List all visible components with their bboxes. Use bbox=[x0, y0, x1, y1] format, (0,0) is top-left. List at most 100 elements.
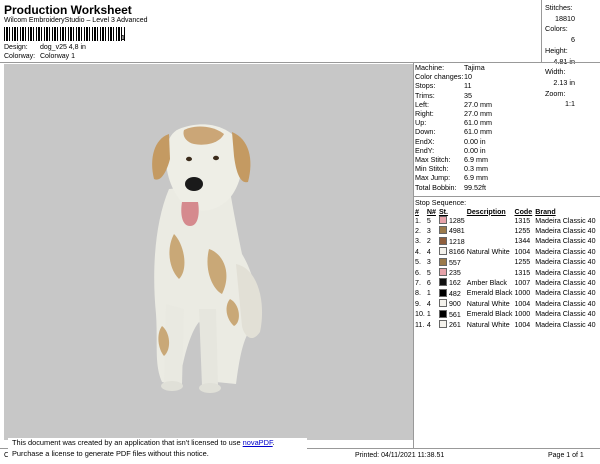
row-code: 1000 bbox=[514, 289, 531, 298]
param-value: 11 bbox=[464, 81, 472, 91]
row-description bbox=[466, 226, 514, 236]
param-value: 0.00 in bbox=[464, 145, 486, 155]
table-row: 7. 6 162 Amber Black 1007 Madeira Classic 40 bbox=[414, 278, 597, 288]
color-swatch bbox=[438, 278, 447, 287]
row-description: Amber Black bbox=[466, 278, 507, 287]
notice-line2: Purchase a license to generate PDF files… bbox=[12, 448, 209, 458]
param-row: Min Stitch: 0.3 mm bbox=[415, 164, 492, 173]
table-row: 5. 3 557 1255 Madeira Classic 40 bbox=[414, 257, 597, 268]
stitch-count: 557 bbox=[448, 258, 461, 267]
param-value: 61.0 mm bbox=[464, 127, 492, 137]
row-code: 1004 bbox=[514, 299, 531, 308]
param-label: Left: bbox=[415, 99, 429, 109]
row-brand: Madeira Classic 40 bbox=[535, 247, 596, 256]
row-code: 1255 bbox=[514, 226, 531, 235]
row-brand: Madeira Classic 40 bbox=[535, 216, 596, 225]
stitch-count: 1285 bbox=[448, 217, 465, 225]
param-label: Color changes: bbox=[415, 72, 464, 82]
table-row: 11. 4 261 Natural White 1004 Madeira Classic … bbox=[414, 320, 597, 330]
stat-label: Width: bbox=[545, 67, 566, 77]
table-row: 8. 1 482 Emerald Black 1000 Madeira Classic 4… bbox=[414, 288, 597, 299]
param-row: Max Stitch: 6.9 mm bbox=[415, 155, 492, 164]
color-swatch bbox=[438, 257, 447, 266]
param-value: 6.9 mm bbox=[464, 173, 488, 183]
row-code: 1255 bbox=[514, 258, 531, 267]
stat-label: Zoom: bbox=[545, 88, 566, 98]
param-row: Right: 27.0 mm bbox=[415, 109, 492, 118]
row-brand: Madeira Classic 40 bbox=[535, 237, 596, 246]
row-brand: Madeira Classic 40 bbox=[535, 310, 596, 319]
param-row: Max Jump: 6.9 mm bbox=[415, 173, 492, 182]
param-value: Tajima bbox=[464, 63, 485, 72]
stat-row: Colors:6 bbox=[545, 24, 600, 45]
row-stitches: 482 bbox=[438, 288, 466, 299]
stop-sequence-title: Stop Sequence: bbox=[415, 198, 467, 207]
row-index: 9. bbox=[415, 299, 421, 308]
row-needle: 4 bbox=[426, 320, 431, 329]
row-needle: 1 bbox=[426, 310, 431, 319]
color-swatch bbox=[438, 226, 447, 235]
colorway-value: Colorway 1 bbox=[40, 53, 76, 60]
param-value: 61.0 mm bbox=[464, 118, 492, 128]
row-brand: Madeira Classic 40 bbox=[535, 299, 596, 308]
param-value: 10 bbox=[464, 72, 472, 82]
notice-line1: This document was created by an applicat… bbox=[12, 438, 243, 447]
param-label: Max Stitch: bbox=[415, 155, 451, 165]
table-row: 6. 5 235 1315 Madeira Classic 40 bbox=[414, 268, 597, 278]
stats-panel: Stitches:18810Colors:6Height:4.81 inWidt… bbox=[545, 3, 600, 110]
param-value: 27.0 mm bbox=[464, 99, 492, 109]
table-row: 1. 5 1285 1315 Madeira Classic 40 bbox=[414, 216, 597, 226]
stitch-count: 162 bbox=[448, 279, 461, 288]
color-swatch bbox=[438, 288, 447, 297]
row-stitches: 162 bbox=[438, 278, 466, 288]
novapdf-link[interactable]: novaPDF bbox=[243, 438, 273, 447]
col-brand-header: Brand bbox=[535, 207, 556, 216]
col-code-header: Code bbox=[514, 207, 533, 216]
row-index: 10. bbox=[415, 310, 425, 319]
param-row: Color changes:10 bbox=[415, 72, 492, 81]
param-value: 0.00 in bbox=[464, 136, 486, 146]
param-label: Machine: bbox=[415, 63, 445, 72]
param-row: Left: 27.0 mm bbox=[415, 100, 492, 109]
row-description bbox=[466, 237, 514, 247]
design-value: dog_v25 4,8 in bbox=[40, 44, 86, 51]
row-brand: Madeira Classic 40 bbox=[535, 278, 596, 287]
row-brand: Madeira Classic 40 bbox=[535, 268, 596, 277]
design-row: Design: dog_v25 4,8 in bbox=[4, 44, 86, 51]
param-value: 99.52ft bbox=[464, 182, 486, 192]
notice-line1-end: . bbox=[272, 438, 275, 447]
stat-label: Colors: bbox=[545, 24, 568, 34]
row-stitches: 1285 bbox=[438, 216, 466, 226]
row-brand: Madeira Classic 40 bbox=[535, 289, 596, 298]
row-needle: 3 bbox=[426, 258, 431, 267]
row-needle: 3 bbox=[426, 226, 431, 235]
row-description: Natural White bbox=[466, 299, 510, 308]
machine-params: Machine: Tajima Color changes:10 Stops: 11 Tr… bbox=[415, 63, 492, 192]
stat-row: Stitches:18810 bbox=[545, 3, 600, 24]
row-stitches: 261 bbox=[438, 320, 466, 330]
stat-value: 6 bbox=[571, 35, 575, 45]
dog-embroidery-image bbox=[152, 124, 263, 393]
col-description-header: Description bbox=[466, 207, 506, 216]
stats-divider bbox=[541, 0, 542, 62]
row-index: 4. bbox=[415, 247, 421, 256]
stat-value: 2.13 in bbox=[553, 77, 575, 87]
stitch-count: 261 bbox=[448, 321, 461, 330]
stitch-count: 4981 bbox=[448, 227, 465, 236]
param-value: 27.0 mm bbox=[464, 109, 492, 119]
stat-value: 18810 bbox=[555, 13, 575, 23]
stat-label: Height: bbox=[545, 45, 568, 55]
col-needle-header: N# bbox=[426, 207, 436, 216]
row-index: 2. bbox=[415, 226, 421, 235]
param-label: Trims: bbox=[415, 90, 435, 100]
param-row: Down: 61.0 mm bbox=[415, 127, 492, 136]
color-swatch bbox=[438, 236, 447, 245]
param-label: Total Bobbin: bbox=[415, 182, 457, 192]
software-name: Wilcom EmbroideryStudio – Level 3 Advanc… bbox=[4, 17, 148, 24]
params-rule bbox=[413, 196, 600, 197]
row-stitches: 4981 bbox=[438, 226, 466, 236]
row-stitches: 557 bbox=[438, 257, 466, 268]
param-value: 35 bbox=[464, 90, 472, 100]
row-description: Emerald Black bbox=[466, 289, 513, 298]
row-index: 11. bbox=[415, 320, 425, 329]
